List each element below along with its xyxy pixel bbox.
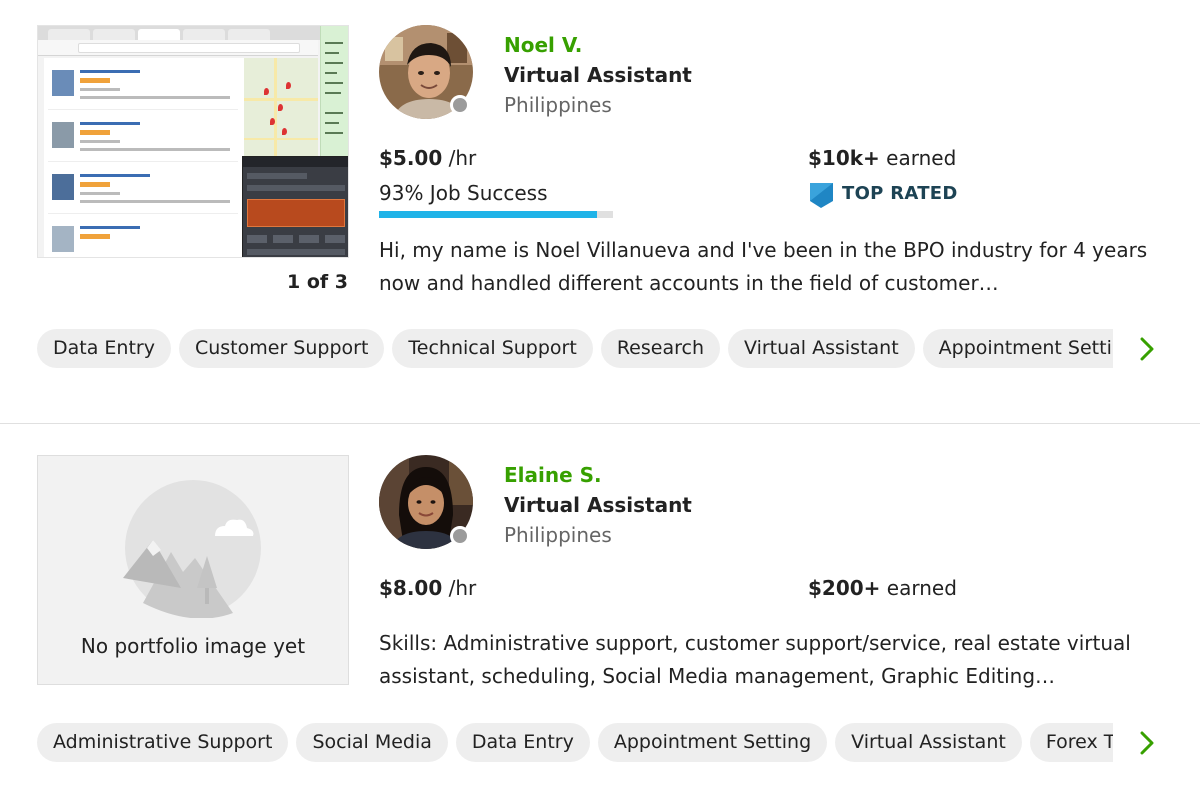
skill-tag[interactable]: Administrative Support: [37, 723, 289, 762]
top-rated-label: TOP RATED: [842, 183, 958, 204]
freelancer-card-noel[interactable]: 1 of 3 Noel V. Virtual Assistant Philipp…: [0, 0, 1200, 424]
rate-unit: /hr: [448, 576, 477, 600]
freelancer-location: Philippines: [504, 93, 612, 117]
earned-amount: $200+: [808, 576, 881, 600]
portfolio-counter: 1 of 3: [287, 271, 348, 293]
skill-tag[interactable]: Virtual Assistant: [835, 723, 1022, 762]
skill-tag[interactable]: Appointment Setting: [922, 329, 1113, 368]
freelancer-title: Virtual Assistant: [504, 63, 692, 87]
status-offline-icon: [450, 526, 470, 546]
hourly-rate: $5.00 /hr: [379, 146, 476, 170]
earned-label: earned: [886, 146, 957, 170]
top-rated-badge-icon: [810, 183, 833, 208]
skills-list: Data Entry Customer Support Technical Supp…: [37, 329, 1113, 369]
portfolio-screenshot: [38, 26, 348, 257]
empty-portfolio-icon: [123, 480, 261, 618]
job-success-fill: [379, 211, 597, 218]
chevron-right-icon[interactable]: [1134, 728, 1160, 758]
rate-amount: $8.00: [379, 576, 443, 600]
skill-tag[interactable]: Data Entry: [37, 329, 171, 368]
skill-tag[interactable]: Appointment Setting: [597, 723, 828, 762]
skill-tag[interactable]: Research: [600, 329, 720, 368]
skill-tag[interactable]: Technical Support: [392, 329, 593, 368]
card-divider: [0, 423, 1200, 424]
skill-tag[interactable]: Social Media: [296, 723, 448, 762]
freelancer-description: Hi, my name is Noel Villanueva and I've …: [379, 238, 1148, 295]
status-offline-icon: [450, 95, 470, 115]
chevron-right-icon[interactable]: [1134, 334, 1160, 364]
skills-list: Administrative Support Social Media Data E…: [37, 723, 1113, 763]
freelancer-description: Skills: Administrative support, customer…: [379, 631, 1131, 688]
skill-tag[interactable]: Customer Support: [178, 329, 385, 368]
rate-unit: /hr: [448, 146, 477, 170]
freelancer-location: Philippines: [504, 523, 612, 547]
job-success: 93% Job Success: [379, 181, 548, 205]
total-earned: $200+ earned: [808, 576, 957, 600]
job-success-bar: [379, 211, 613, 218]
total-earned: $10k+ earned: [808, 146, 956, 170]
hourly-rate: $8.00 /hr: [379, 576, 476, 600]
earned-amount: $10k+: [808, 146, 880, 170]
freelancer-name[interactable]: Elaine S.: [504, 463, 602, 487]
freelancer-title: Virtual Assistant: [504, 493, 692, 517]
earned-label: earned: [886, 576, 957, 600]
freelancer-name[interactable]: Noel V.: [504, 33, 582, 57]
skill-tag[interactable]: Virtual Assistant: [727, 329, 915, 368]
portfolio-image[interactable]: [37, 25, 349, 258]
portfolio-placeholder: No portfolio image yet: [37, 455, 349, 685]
freelancer-card-elaine[interactable]: No portfolio image yet Elaine S. Virtual…: [0, 425, 1200, 811]
skill-tag[interactable]: Forex Trading: [1029, 723, 1113, 762]
portfolio-empty-text: No portfolio image yet: [80, 634, 306, 658]
skill-tag[interactable]: Data Entry: [455, 723, 590, 762]
rate-amount: $5.00: [379, 146, 443, 170]
